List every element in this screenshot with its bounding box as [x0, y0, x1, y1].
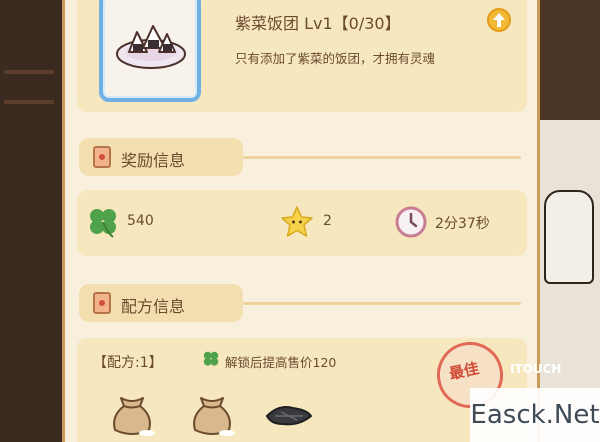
scroll-icon	[93, 292, 111, 314]
item-header: 紫菜饭团 Lv1【0/30】 只有添加了紫菜的饭团，才拥有灵魂	[77, 0, 527, 112]
item-title: 紫菜饭团 Lv1【0/30】	[235, 14, 401, 33]
recipe-label: 【配方:1】	[93, 355, 163, 371]
recipe-detail-panel: 紫菜饭团 Lv1【0/30】 只有添加了紫菜的饭团，才拥有灵魂 奖励信息 540	[62, 0, 540, 442]
item-thumbnail	[99, 0, 201, 102]
doodle-figure	[544, 190, 594, 284]
scroll-icon	[93, 146, 111, 168]
time-value: 2分37秒	[435, 216, 490, 232]
reward-section-header: 奖励信息	[79, 138, 525, 176]
shelf-line	[4, 70, 54, 74]
rice-sack-icon	[193, 397, 235, 436]
reward-section-label: 奖励信息	[121, 151, 186, 170]
recipe-info: 【配方:1】 解锁后提高售价120 最佳	[77, 335, 527, 442]
reward-info: 540 2 2分37秒	[77, 190, 527, 256]
recipe-tab: 配方信息	[79, 284, 243, 322]
item-description: 只有添加了紫菜的饭团，才拥有灵魂	[235, 51, 436, 66]
left-background	[0, 0, 62, 442]
watermark-banner: Easck.Net	[470, 388, 600, 442]
rice-ball-icon	[116, 25, 186, 69]
recipe-section-header: 配方信息	[79, 284, 525, 322]
divider-line	[243, 302, 521, 305]
shelf-line	[4, 100, 54, 104]
seaweed-icon	[265, 406, 313, 426]
divider-line	[243, 156, 521, 159]
unlock-bonus-text: 解锁后提高售价120	[225, 355, 337, 370]
right-dark-area	[538, 0, 600, 120]
watermark-small: ITOUCH	[510, 362, 562, 376]
star-icon	[281, 206, 313, 237]
star-value: 2	[323, 213, 332, 229]
recipe-section-label: 配方信息	[121, 297, 186, 316]
clover-icon	[203, 351, 219, 366]
stamp-text: 最佳	[447, 359, 481, 384]
rice-sack-icon	[113, 397, 155, 436]
upgrade-button[interactable]	[487, 8, 511, 32]
clock-icon	[395, 206, 427, 238]
arrow-up-icon	[493, 13, 505, 27]
clover-value: 540	[127, 213, 154, 229]
reward-tab: 奖励信息	[79, 138, 243, 176]
clover-icon	[90, 209, 116, 238]
